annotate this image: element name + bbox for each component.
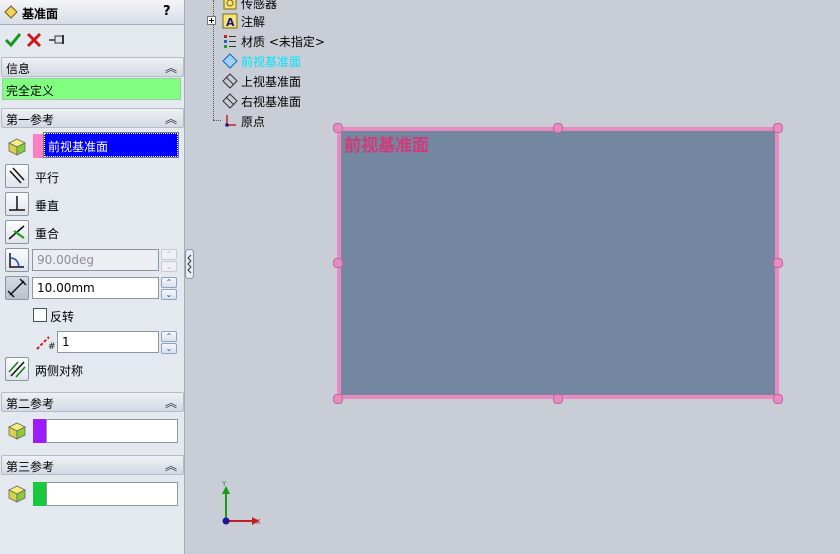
distance-input[interactable]: 10.00mm (32, 277, 159, 299)
parallel-label: 平行 (35, 171, 60, 185)
parallel-button[interactable] (5, 164, 29, 188)
distance-value: 10.00mm (37, 281, 95, 295)
third-reference-title: 第三参考 (6, 460, 55, 474)
mid-plane-button[interactable] (5, 357, 29, 381)
plane-preview-label: 前视基准面 (344, 136, 429, 156)
parallel-icon (9, 167, 25, 184)
instance-count-icon: # (36, 336, 55, 351)
plane-corner-handle[interactable] (773, 394, 783, 404)
spin-down-icon[interactable]: ⌄ (161, 343, 177, 354)
distance-button[interactable] (5, 276, 29, 300)
tree-item-label: 注解 (241, 15, 266, 29)
tree-item-label: 右视基准面 (241, 95, 302, 109)
perpendicular-button[interactable] (5, 192, 29, 216)
plane-icon (222, 93, 238, 109)
third-reference-selection-box[interactable] (46, 482, 178, 506)
pushpin-icon[interactable] (47, 30, 67, 50)
svg-text:A: A (226, 16, 235, 29)
tree-item-label: 上视基准面 (241, 75, 302, 89)
panel-splitter-handle[interactable] (185, 249, 194, 279)
sensor-icon (223, 0, 237, 10)
plane-icon (222, 53, 238, 69)
first-reference-selection-text: 前视基准面 (48, 140, 109, 154)
view-triad: Y X (221, 480, 261, 526)
first-reference-title: 第一参考 (6, 113, 55, 127)
collapse-chevron-icon[interactable]: ︽ (165, 394, 177, 411)
mid-plane-label: 两侧对称 (35, 364, 84, 378)
info-section-title: 信息 (6, 62, 31, 76)
info-section-header[interactable]: 信息 ︽ (1, 57, 184, 77)
angle-input[interactable]: 90.00deg (32, 249, 159, 271)
tree-item-label: 原点 (241, 115, 266, 129)
triad-y-label: Y (221, 480, 227, 488)
second-reference-title: 第二参考 (6, 397, 55, 411)
coincident-icon (8, 225, 25, 240)
tree-item-label: 前视基准面 (241, 55, 302, 69)
property-manager-title-bar: 基准面 ? (0, 0, 184, 25)
plane-edge-handle[interactable] (553, 394, 563, 404)
property-manager-title: 基准面 (22, 7, 59, 21)
spin-down-icon[interactable]: ⌄ (161, 289, 177, 300)
perpendicular-label: 垂直 (35, 199, 60, 213)
svg-text:#: # (48, 342, 55, 351)
tree-item-label: 传感器 (241, 0, 278, 11)
second-reference-section-header[interactable]: 第二参考 ︽ (1, 392, 184, 412)
coincident-button[interactable] (5, 220, 29, 244)
third-reference-color-swatch (33, 482, 46, 506)
cube-icon (8, 422, 26, 440)
angle-spinner[interactable]: ⌃ ⌄ (161, 249, 177, 272)
expand-plus-icon[interactable] (207, 16, 216, 25)
action-bar (0, 28, 184, 52)
ok-check-icon[interactable] (3, 30, 23, 50)
instance-count-spinner[interactable]: ⌃ ⌄ (161, 331, 177, 354)
definition-status: 完全定义 (2, 78, 181, 100)
perpendicular-icon (9, 196, 25, 211)
help-button[interactable]: ? (163, 4, 171, 19)
plane-corner-handle[interactable] (333, 123, 343, 133)
plane-icon (4, 5, 18, 19)
triad-x-label: X (256, 518, 261, 526)
collapse-chevron-icon[interactable]: ︽ (165, 59, 177, 76)
spin-down-icon[interactable]: ⌄ (161, 261, 177, 272)
plane-edge-handle[interactable] (333, 258, 343, 268)
plane-edge-handle[interactable] (773, 258, 783, 268)
cube-icon (8, 485, 26, 503)
angle-value: 90.00deg (37, 253, 94, 267)
definition-status-text: 完全定义 (6, 84, 55, 98)
second-reference-color-swatch (33, 419, 46, 443)
cube-icon (8, 138, 26, 156)
tree-item-label: 材质 <未指定> (241, 35, 325, 49)
collapse-chevron-icon[interactable]: ︽ (165, 457, 177, 474)
angle-icon (9, 253, 24, 268)
annotation-icon: A (222, 13, 238, 29)
angle-button[interactable] (5, 248, 29, 272)
spin-up-icon[interactable]: ⌃ (161, 331, 177, 342)
first-reference-section-header[interactable]: 第一参考 ︽ (1, 108, 184, 128)
plane-edge-handle[interactable] (553, 123, 563, 133)
instance-count-value: 1 (62, 335, 70, 349)
coincident-label: 重合 (35, 227, 60, 241)
collapse-chevron-icon[interactable]: ︽ (165, 110, 177, 127)
first-reference-selection-box[interactable]: 前视基准面 (43, 132, 179, 158)
front-plane-preview[interactable]: 前视基准面 (337, 127, 779, 399)
plane-corner-handle[interactable] (333, 394, 343, 404)
spin-up-icon[interactable]: ⌃ (161, 277, 177, 288)
distance-icon (7, 278, 27, 298)
tree-connector-line (213, 120, 221, 121)
mid-plane-icon (8, 361, 26, 378)
origin-icon (225, 115, 236, 127)
flip-label: 反转 (50, 310, 75, 324)
material-icon (224, 35, 236, 48)
spin-up-icon[interactable]: ⌃ (161, 249, 177, 260)
cancel-x-icon[interactable] (24, 30, 44, 50)
plane-corner-handle[interactable] (773, 123, 783, 133)
property-manager: 基准面 ? 信息 ︽ 完全定义 第一参考 ︽ 前视基准面 平行 垂直 重合 90… (0, 0, 185, 554)
flip-checkbox[interactable] (33, 308, 47, 322)
plane-icon (222, 73, 238, 89)
third-reference-section-header[interactable]: 第三参考 ︽ (1, 455, 184, 475)
distance-spinner[interactable]: ⌃ ⌄ (161, 277, 177, 300)
second-reference-selection-box[interactable] (46, 419, 178, 443)
instance-count-input[interactable]: 1 (57, 331, 159, 353)
